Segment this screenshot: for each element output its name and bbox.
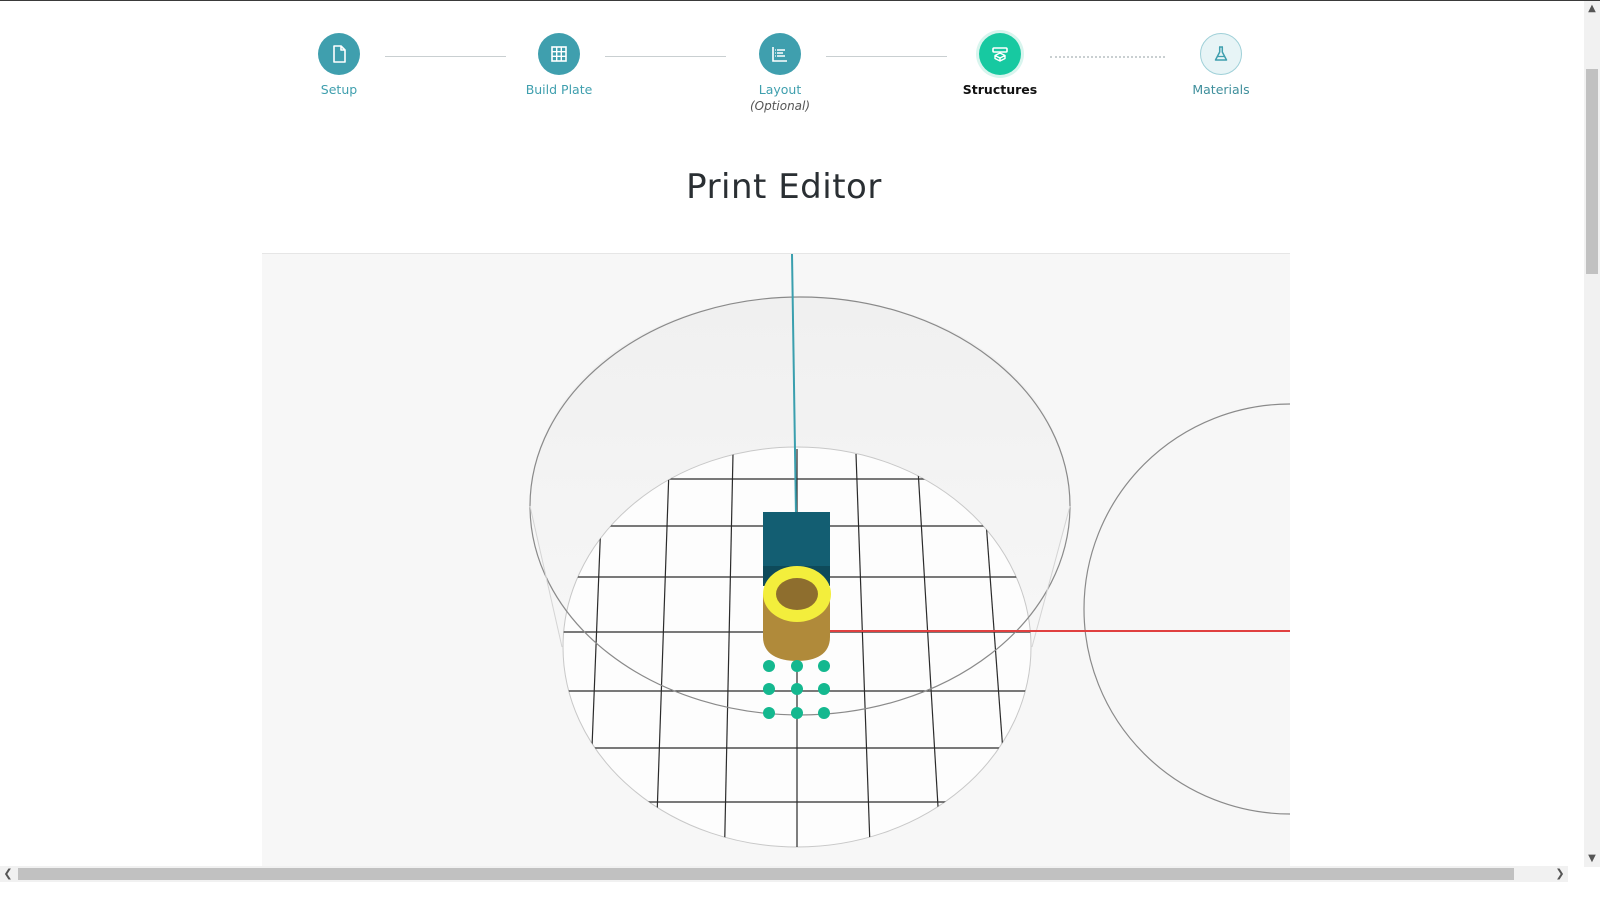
horizontal-scrollbar[interactable]: ❮ ❯ — [0, 866, 1568, 882]
step-label: Structures — [962, 82, 1038, 97]
step-label: Materials — [1192, 82, 1250, 97]
grid-icon — [538, 33, 580, 75]
adjacent-build-volume — [1083, 403, 1290, 815]
flask-icon — [1200, 33, 1242, 75]
3d-print-viewport[interactable] — [262, 253, 1290, 868]
step-label: Layout — [758, 82, 802, 97]
step-label: Setup — [320, 82, 358, 97]
scroll-right-arrow-icon[interactable]: ❯ — [1552, 866, 1568, 882]
window-bottom-edge — [0, 882, 1600, 900]
step-label: Build Plate — [525, 82, 593, 97]
vertical-scroll-thumb[interactable] — [1586, 69, 1598, 274]
scroll-left-arrow-icon[interactable]: ❮ — [0, 866, 16, 882]
horizontal-scroll-thumb[interactable] — [18, 868, 1514, 880]
step-layout[interactable]: Layout (Optional) — [710, 33, 850, 113]
document-icon — [318, 33, 360, 75]
scroll-up-arrow-icon[interactable]: ▲ — [1584, 1, 1600, 17]
step-materials[interactable]: Materials — [1151, 33, 1291, 97]
page-title: Print Editor — [686, 167, 882, 207]
well-plate-dots — [763, 660, 830, 719]
step-build-plate[interactable]: Build Plate — [489, 33, 629, 97]
scroll-down-arrow-icon[interactable]: ▼ — [1584, 851, 1600, 867]
step-progress-bar: Setup Build Plate Layout (Optional) Stru… — [0, 1, 1568, 131]
3d-scene[interactable] — [262, 254, 1290, 868]
step-sublabel: (Optional) — [749, 99, 811, 113]
step-setup[interactable]: Setup — [269, 33, 409, 97]
layout-icon — [759, 33, 801, 75]
vertical-scrollbar[interactable]: ▲ ▼ — [1584, 1, 1600, 867]
model-cylinder[interactable] — [763, 566, 831, 661]
structures-icon — [979, 33, 1021, 75]
step-structures[interactable]: Structures — [930, 33, 1070, 97]
